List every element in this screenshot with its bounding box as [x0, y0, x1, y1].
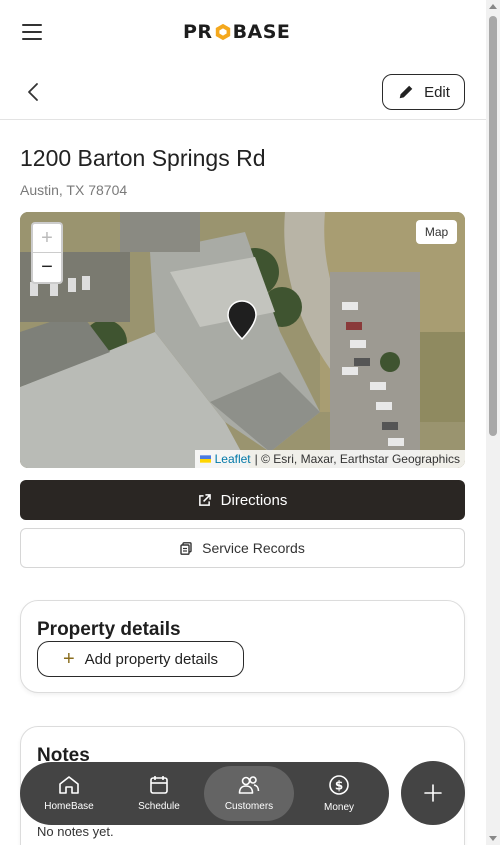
satellite-map[interactable]: + − Map Leaflet | © Esri, Maxar, Earthst… [20, 212, 465, 468]
probase-logo[interactable]: PR BASE [183, 20, 290, 44]
back-arrow-icon[interactable] [24, 82, 44, 102]
zoom-in-button[interactable]: + [33, 224, 61, 253]
zoom-controls: + − [31, 222, 63, 284]
add-property-details-label: Add property details [84, 650, 219, 668]
map-attribution: Leaflet | © Esri, Maxar, Earthstar Geogr… [194, 450, 465, 468]
bottom-navigation: HomeBase Schedule Customers $ Money [20, 762, 389, 825]
svg-text:$: $ [335, 779, 343, 793]
nav-label-schedule: Schedule [138, 801, 180, 812]
logo-hexagon-icon [215, 23, 230, 41]
property-details-card: Property details + Add property details [20, 600, 465, 693]
ukraine-flag-icon [199, 455, 211, 463]
scrollbar-thumb[interactable] [489, 16, 497, 436]
map-layer-button[interactable]: Map [416, 220, 457, 244]
logo-text-right: BASE [232, 21, 291, 43]
add-fab-button[interactable] [401, 761, 465, 825]
service-records-label: Service Records [202, 540, 305, 556]
external-link-icon [198, 493, 211, 506]
edit-label: Edit [424, 83, 450, 101]
pencil-icon [399, 85, 413, 99]
home-icon [59, 776, 79, 794]
calendar-icon [150, 776, 168, 794]
property-address-title: 1200 Barton Springs Rd [20, 145, 266, 171]
page-scrollbar[interactable] [486, 0, 500, 845]
dollar-icon: $ [329, 775, 349, 795]
service-records-button[interactable]: Service Records [20, 528, 465, 568]
scroll-up-arrow-icon[interactable] [489, 4, 497, 9]
documents-icon [180, 541, 192, 555]
nav-item-schedule[interactable]: Schedule [114, 766, 204, 821]
property-details-heading: Property details [37, 619, 181, 640]
scroll-down-arrow-icon[interactable] [489, 836, 497, 841]
leaflet-link[interactable]: Leaflet [215, 452, 251, 466]
property-city-state-zip: Austin, TX 78704 [20, 182, 128, 198]
users-icon [238, 776, 260, 794]
nav-label-customers: Customers [224, 801, 274, 812]
logo-text-left: PR [183, 21, 213, 43]
top-bar: PR BASE [0, 0, 486, 64]
nav-label-homebase: HomeBase [44, 801, 94, 812]
nav-label-money: Money [323, 802, 354, 813]
nav-item-customers[interactable]: Customers [204, 766, 294, 821]
satellite-imagery [20, 212, 465, 468]
plus-icon: + [62, 648, 75, 670]
attribution-text: | © Esri, Maxar, Earthstar Geographics [254, 452, 460, 466]
add-property-details-button[interactable]: + Add property details [37, 641, 244, 677]
directions-button[interactable]: Directions [20, 480, 465, 520]
directions-label: Directions [220, 491, 288, 509]
edit-button[interactable]: Edit [382, 74, 465, 110]
nav-item-homebase[interactable]: HomeBase [24, 766, 114, 821]
location-marker-icon[interactable] [227, 300, 257, 340]
menu-icon[interactable] [22, 24, 42, 40]
zoom-out-button[interactable]: − [33, 253, 61, 282]
notes-empty-text: No notes yet. [37, 824, 114, 839]
plus-icon [424, 784, 442, 802]
sub-header: Edit [0, 64, 486, 120]
nav-item-money[interactable]: $ Money [294, 766, 384, 821]
